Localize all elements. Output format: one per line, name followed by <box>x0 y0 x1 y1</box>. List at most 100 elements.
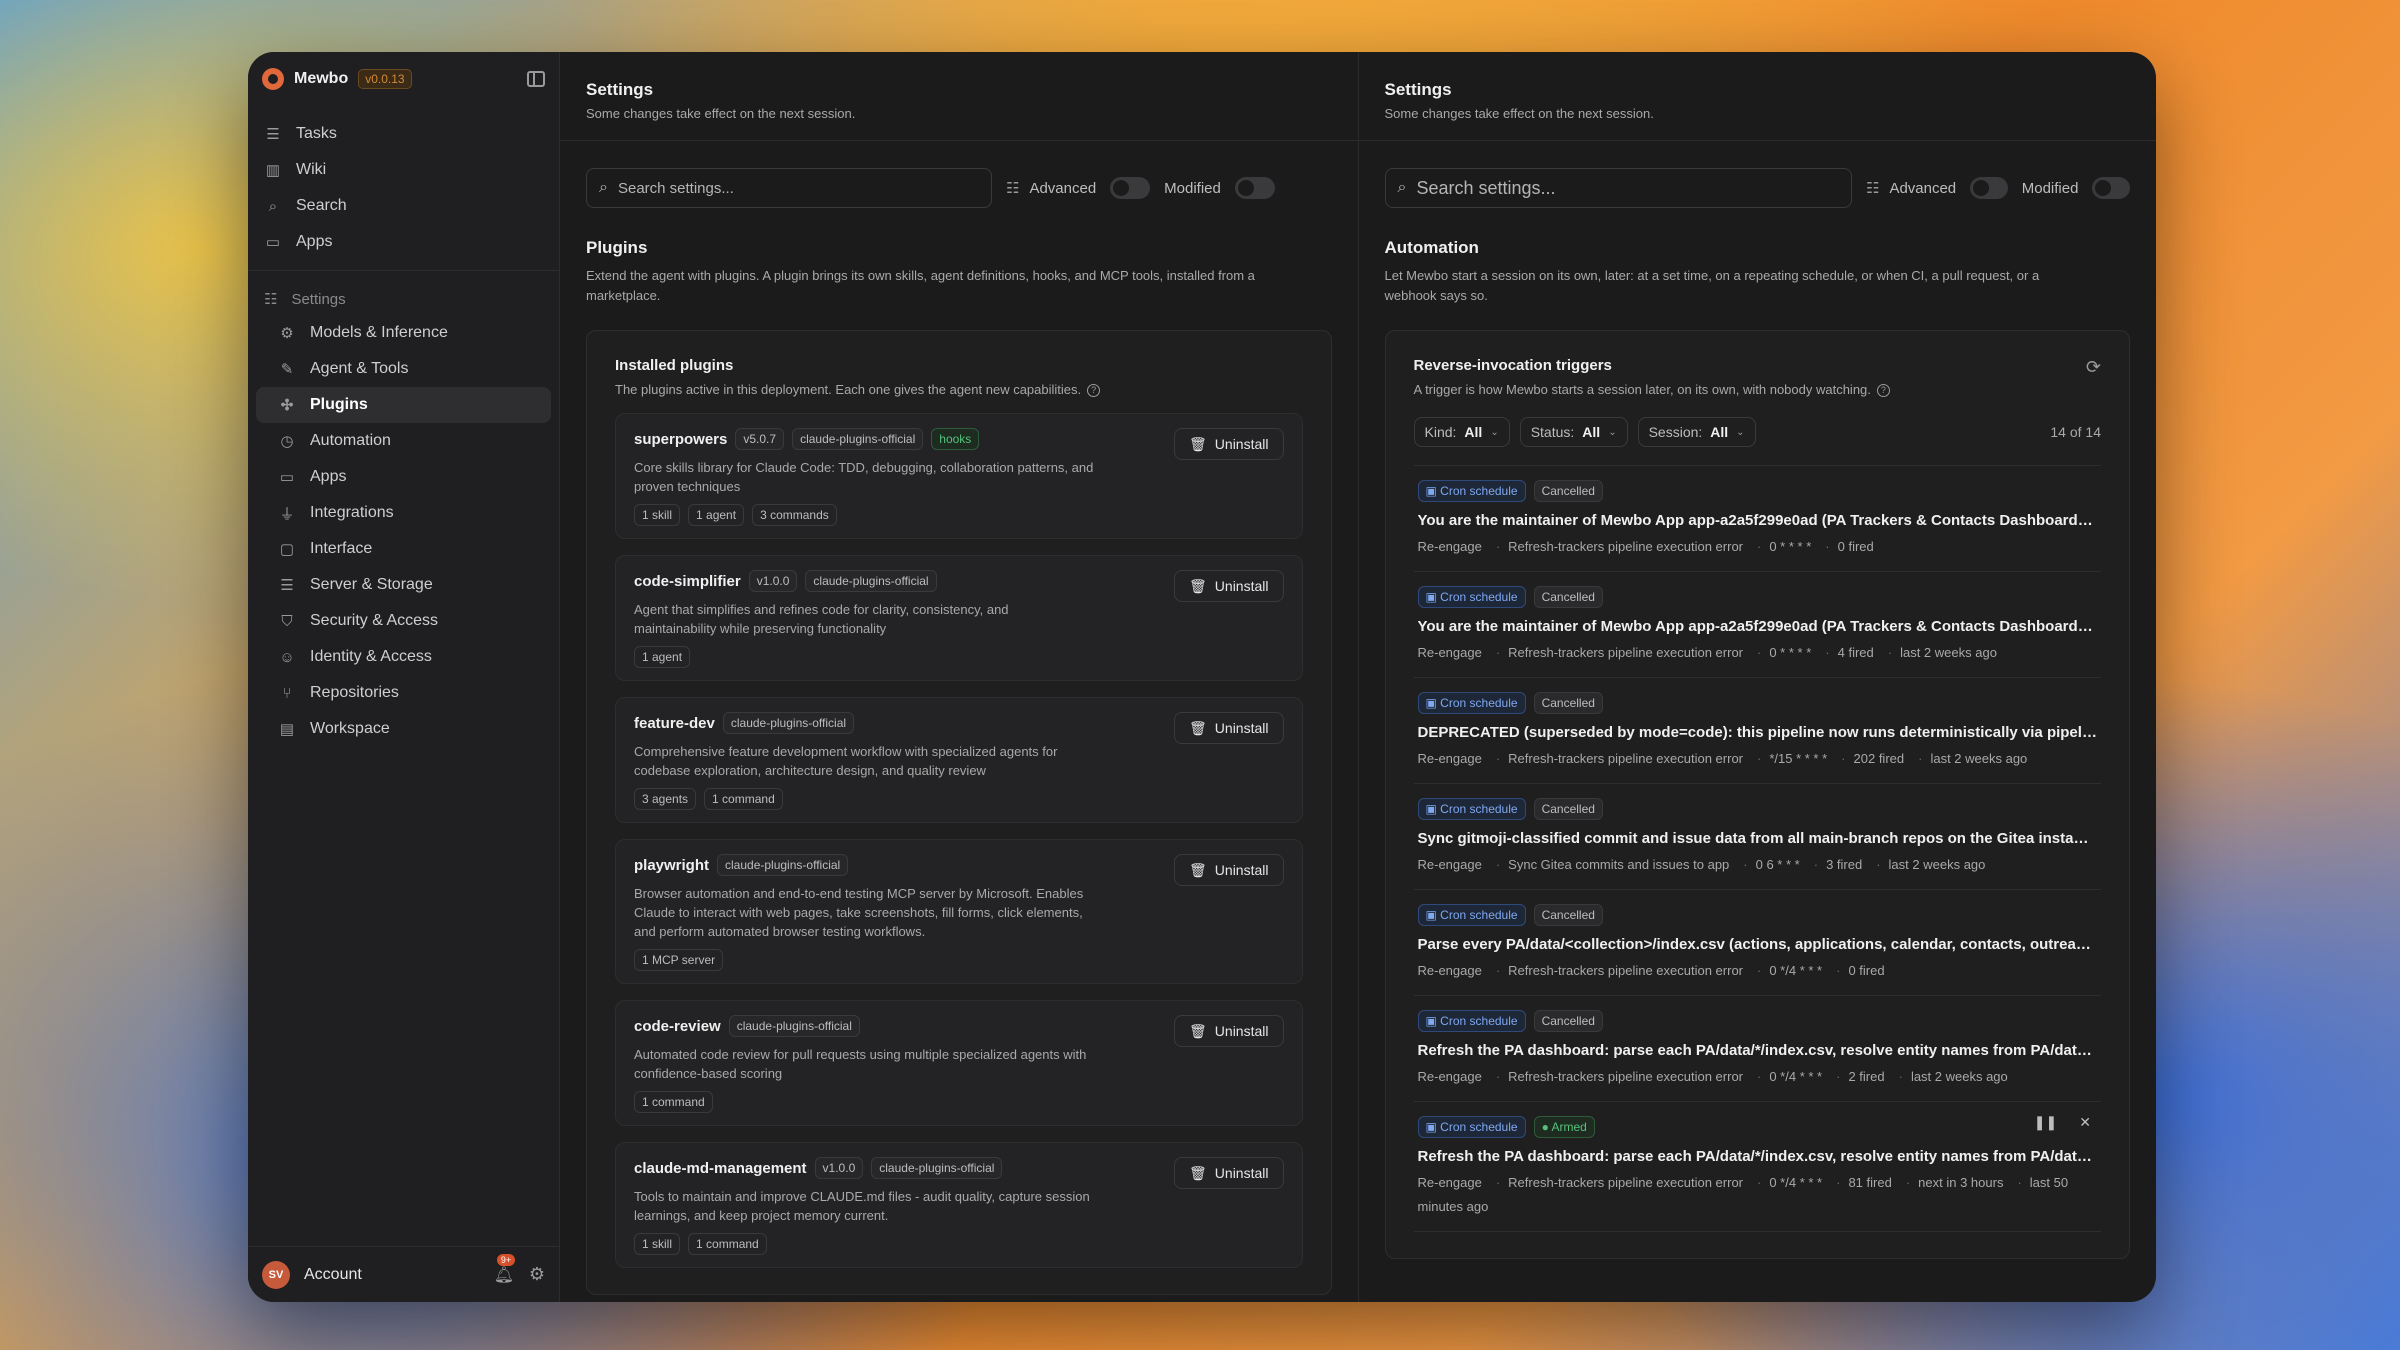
sidebar-footer: SV Account 🔔︎ 9+ ⚙ <box>248 1246 559 1302</box>
uninstall-button[interactable]: 🗑︎ Uninstall <box>1174 712 1284 745</box>
close-icon[interactable]: ✕ <box>2079 1114 2091 1131</box>
uninstall-button[interactable]: 🗑︎ Uninstall <box>1174 1157 1284 1190</box>
status-badge: Cancelled <box>1533 586 1603 609</box>
advanced-toggle[interactable] <box>1110 177 1151 199</box>
trigger-row[interactable]: ▣ Cron schedule Cancelled You are the main… <box>1413 466 2101 573</box>
plugin-item: playwright claude-plugins-official Browser… <box>615 839 1303 985</box>
search-input[interactable] <box>617 179 979 197</box>
plugin-name: code-review <box>634 1017 721 1035</box>
trigger-badges: ▣ Cron schedule Cancelled <box>1417 692 2098 715</box>
separator-dot: · <box>1757 1175 1762 1191</box>
kind-badge: ▣ Cron schedule <box>1417 1010 1526 1033</box>
sidebar-item-repositories[interactable]: ⑂ Repositories <box>256 675 551 711</box>
search-box: ⌕ <box>586 168 992 208</box>
meta-value: Re-engage <box>1417 751 1482 767</box>
nav-item-apps[interactable]: ▭ Apps <box>248 224 559 260</box>
plugin-tag: claude-plugins-official <box>871 1157 1003 1180</box>
section-description: Let Mewbo start a session on its own, la… <box>1384 268 2040 303</box>
settings-label: Settings <box>291 290 346 308</box>
sidebar-item-server-storage[interactable]: ☰ Server & Storage <box>256 567 551 603</box>
trigger-row[interactable]: ▣ Cron schedule Cancelled Refresh the PA d… <box>1413 996 2101 1103</box>
nav-item-search[interactable]: ⌕ Search <box>248 188 559 224</box>
separator-dot: · <box>1825 645 1830 661</box>
meta-value: next in 3 hours <box>1918 1175 2004 1191</box>
sidebar-item-security[interactable]: ⛉ Security & Access <box>256 603 551 639</box>
search-input[interactable] <box>1416 177 1839 199</box>
shield-icon: ⛉ <box>281 612 293 630</box>
kind-badge: ▣ Cron schedule <box>1417 904 1526 927</box>
separator-dot: · <box>1495 645 1501 661</box>
uninstall-button[interactable]: 🗑︎ Uninstall <box>1174 428 1284 461</box>
installed-plugins-card: Installed plugins The plugins active in … <box>586 330 1332 1296</box>
account-label[interactable]: Account <box>304 1266 362 1284</box>
filter-label: Kind: <box>1424 424 1457 441</box>
plugin-description: Tools to maintain and improve CLAUDE.md … <box>634 1189 1090 1224</box>
separator-dot: · <box>1918 751 1923 767</box>
card-title: Reverse-invocation triggers <box>1413 357 1612 374</box>
trigger-row[interactable]: ▣ Cron schedule Cancelled You are the main… <box>1413 572 2101 679</box>
kind-badge: ▣ Cron schedule <box>1417 798 1526 821</box>
sidebar-item-identity[interactable]: ☺ Identity & Access <box>256 639 551 675</box>
separator-dot: · <box>1495 539 1501 555</box>
trigger-badges: ▣ Cron schedule Cancelled <box>1417 904 2098 927</box>
separator-dot: · <box>1757 645 1762 661</box>
section-title: Plugins <box>586 238 648 257</box>
sidebar-item-apps[interactable]: ▭ Apps <box>256 459 551 495</box>
sidebar-toggle-icon[interactable] <box>527 71 545 87</box>
bell-icon[interactable]: 🔔︎ 9+ <box>493 1253 516 1286</box>
capability-chip: 1 agent <box>688 504 745 527</box>
kind-label: Cron schedule <box>1440 908 1518 923</box>
filter-kind[interactable]: Kind: All ⌄ <box>1413 417 1510 448</box>
trigger-row[interactable]: ▣ Cron schedule ● Armed ❚❚ ✕ Refresh the PA … <box>1413 1102 2101 1233</box>
nav-item-wiki[interactable]: ▥ Wiki <box>248 152 559 188</box>
filter-status[interactable]: Status: All ⌄ <box>1519 417 1628 448</box>
kind-badge: ▣ Cron schedule <box>1417 692 1526 715</box>
plugin-tag: claude-plugins-official <box>728 1015 860 1038</box>
nav-item-tasks[interactable]: ☰ Tasks <box>248 116 559 152</box>
trigger-row[interactable]: ▣ Cron schedule Cancelled DEPRECATED (supe… <box>1413 678 2101 785</box>
trigger-meta: Re-engage · Refresh-trackers pipeline exec… <box>1418 959 2098 983</box>
trigger-badges: ▣ Cron schedule Cancelled <box>1417 798 2098 821</box>
uninstall-button[interactable]: 🗑︎ Uninstall <box>1174 1015 1284 1048</box>
page-title: Settings <box>586 80 654 99</box>
trigger-row[interactable]: ▣ Cron schedule Cancelled Sync gitmoji-cla… <box>1413 784 2101 891</box>
sidebar-item-plugins[interactable]: ✣ Plugins <box>256 387 551 423</box>
sidebar-item-workspace[interactable]: ▤ Workspace <box>256 711 551 747</box>
capability-chip: 1 command <box>704 788 783 811</box>
separator-dot: · <box>1905 1175 1911 1191</box>
gear-icon[interactable]: ⚙ <box>529 1264 545 1285</box>
modified-toggle[interactable] <box>2092 177 2131 199</box>
refresh-icon[interactable]: ⟳ <box>2086 357 2101 378</box>
separator-dot: · <box>1876 857 1881 873</box>
avatar[interactable]: SV <box>262 1260 290 1289</box>
sidebar-item-models[interactable]: ⚙ Models & Inference <box>256 315 551 351</box>
modified-toggle[interactable] <box>1234 177 1275 199</box>
pause-icon[interactable]: ❚❚ <box>2034 1114 2057 1131</box>
trigger-meta: Re-engage · Refresh-trackers pipeline exec… <box>1418 1065 2098 1089</box>
search-icon: ⌕ <box>1397 179 1407 196</box>
book-icon: ▥ <box>265 162 281 179</box>
meta-value: Refresh-trackers pipeline execution erro… <box>1508 1175 1743 1191</box>
sidebar-item-agent-tools[interactable]: ✎ Agent & Tools <box>256 351 551 387</box>
card-subtitle-text: The plugins active in this deployment. E… <box>615 382 1082 397</box>
trigger-row[interactable]: ▣ Cron schedule Cancelled Parse every PA/d… <box>1413 890 2101 997</box>
uninstall-button[interactable]: 🗑︎ Uninstall <box>1174 854 1284 887</box>
kind-badge: ▣ Cron schedule <box>1417 1116 1526 1139</box>
sidebar-item-interface[interactable]: ▢ Interface <box>256 531 551 567</box>
status-label: Cancelled <box>1541 1014 1595 1029</box>
sidebar-item-automation[interactable]: ◷ Automation <box>256 423 551 459</box>
filter-session[interactable]: Session: All ⌄ <box>1637 417 1756 448</box>
advanced-toggle[interactable] <box>1970 177 2008 199</box>
trigger-badges: ▣ Cron schedule Cancelled <box>1417 480 2098 503</box>
plugin-item: superpowers v5.0.7 claude-plugins-official… <box>615 413 1303 540</box>
uninstall-button[interactable]: 🗑︎ Uninstall <box>1174 570 1284 603</box>
meta-value: 0 */4 * * * <box>1769 1069 1823 1085</box>
sidebar-item-label: Plugins <box>310 396 368 413</box>
monitor-icon: ▢ <box>279 541 295 558</box>
meta-value: Re-engage <box>1417 857 1482 873</box>
plugin-capabilities: 1 skill 1 agent 3 commands <box>634 504 1284 527</box>
sidebar-item-integrations[interactable]: ⏚ Integrations <box>256 495 551 531</box>
plugin-tag: claude-plugins-official <box>717 854 849 877</box>
help-icon[interactable]: ? <box>1087 384 1101 398</box>
help-icon[interactable]: ? <box>1876 384 1890 398</box>
